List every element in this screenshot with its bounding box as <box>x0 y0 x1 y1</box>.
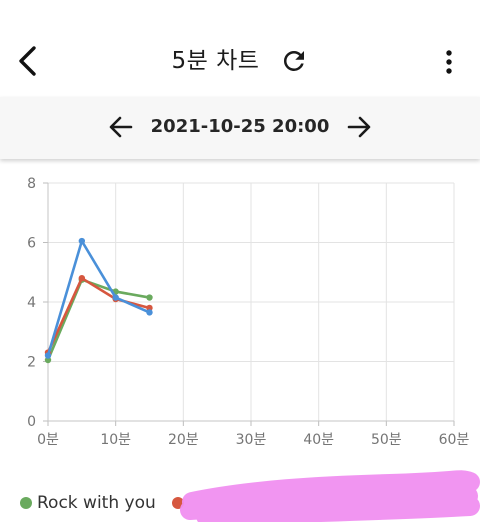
y-tick-label: 0 <box>27 414 36 430</box>
x-tick-label: 30분 <box>236 432 267 448</box>
legend-color-dot <box>172 497 184 509</box>
more-options-button[interactable] <box>436 46 462 78</box>
current-datetime: 2021-10-25 20:00 <box>150 116 330 137</box>
arrow-right-icon <box>347 116 371 138</box>
chart-axes: 0 2 4 6 8 0분 10분 20분 30분 40분 50분 60분 <box>27 176 469 448</box>
series-3-point <box>112 294 119 301</box>
legend-label: Rock with you <box>37 493 156 513</box>
y-tick-label: 8 <box>27 176 36 192</box>
series-3-point <box>44 352 52 359</box>
title-bar: 5분 차트 <box>0 44 480 78</box>
five-minute-chart-screen: 5분 차트 2021-10-25 20:00 0 2 4 6 8 0분 10분 … <box>0 0 480 522</box>
refresh-icon <box>283 50 304 71</box>
series-3-point <box>78 237 86 245</box>
series-2-point <box>78 275 86 282</box>
chart-grid <box>48 182 455 421</box>
x-tick-label: 20분 <box>168 432 199 448</box>
series-line-3 <box>46 239 151 357</box>
chart-series <box>44 237 153 364</box>
app-bar: 5분 차트 <box>0 0 480 97</box>
previous-period-button[interactable] <box>106 112 136 142</box>
more-vert-icon <box>446 50 452 74</box>
x-tick-label: 50분 <box>371 432 402 448</box>
x-tick-label: 0분 <box>37 432 59 448</box>
series-1-point <box>146 294 153 301</box>
chart-legend: Rock with you <box>0 490 480 516</box>
series-3-point <box>146 309 153 316</box>
refresh-button[interactable] <box>279 46 309 76</box>
arrow-left-icon <box>109 116 133 138</box>
line-chart: 0 2 4 6 8 0분 10분 20분 30분 40분 50분 60분 <box>27 176 469 448</box>
page-title: 5분 차트 <box>171 48 260 74</box>
date-navigator: 2021-10-25 20:00 <box>0 97 480 159</box>
next-period-button[interactable] <box>344 112 374 142</box>
x-tick-label: 40분 <box>303 432 334 448</box>
x-tick-label: 10분 <box>100 432 131 448</box>
y-tick-label: 2 <box>27 355 36 371</box>
series-line-2 <box>46 276 151 354</box>
y-tick-label: 6 <box>27 236 36 252</box>
legend-color-dot <box>20 497 32 509</box>
x-tick-label: 60분 <box>439 432 470 448</box>
y-tick-label: 4 <box>27 295 36 311</box>
